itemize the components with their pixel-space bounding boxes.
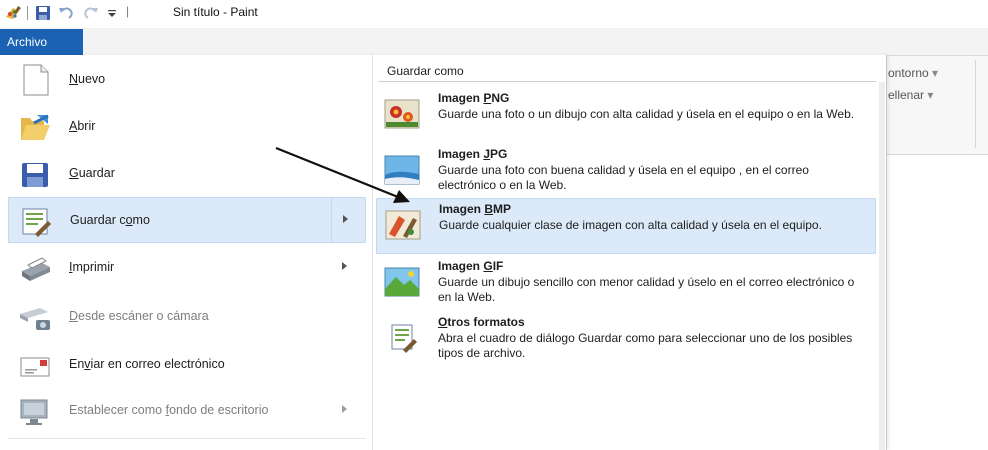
- annotation-arrow-line: [275, 146, 399, 199]
- annotation-arrow: [275, 146, 410, 203]
